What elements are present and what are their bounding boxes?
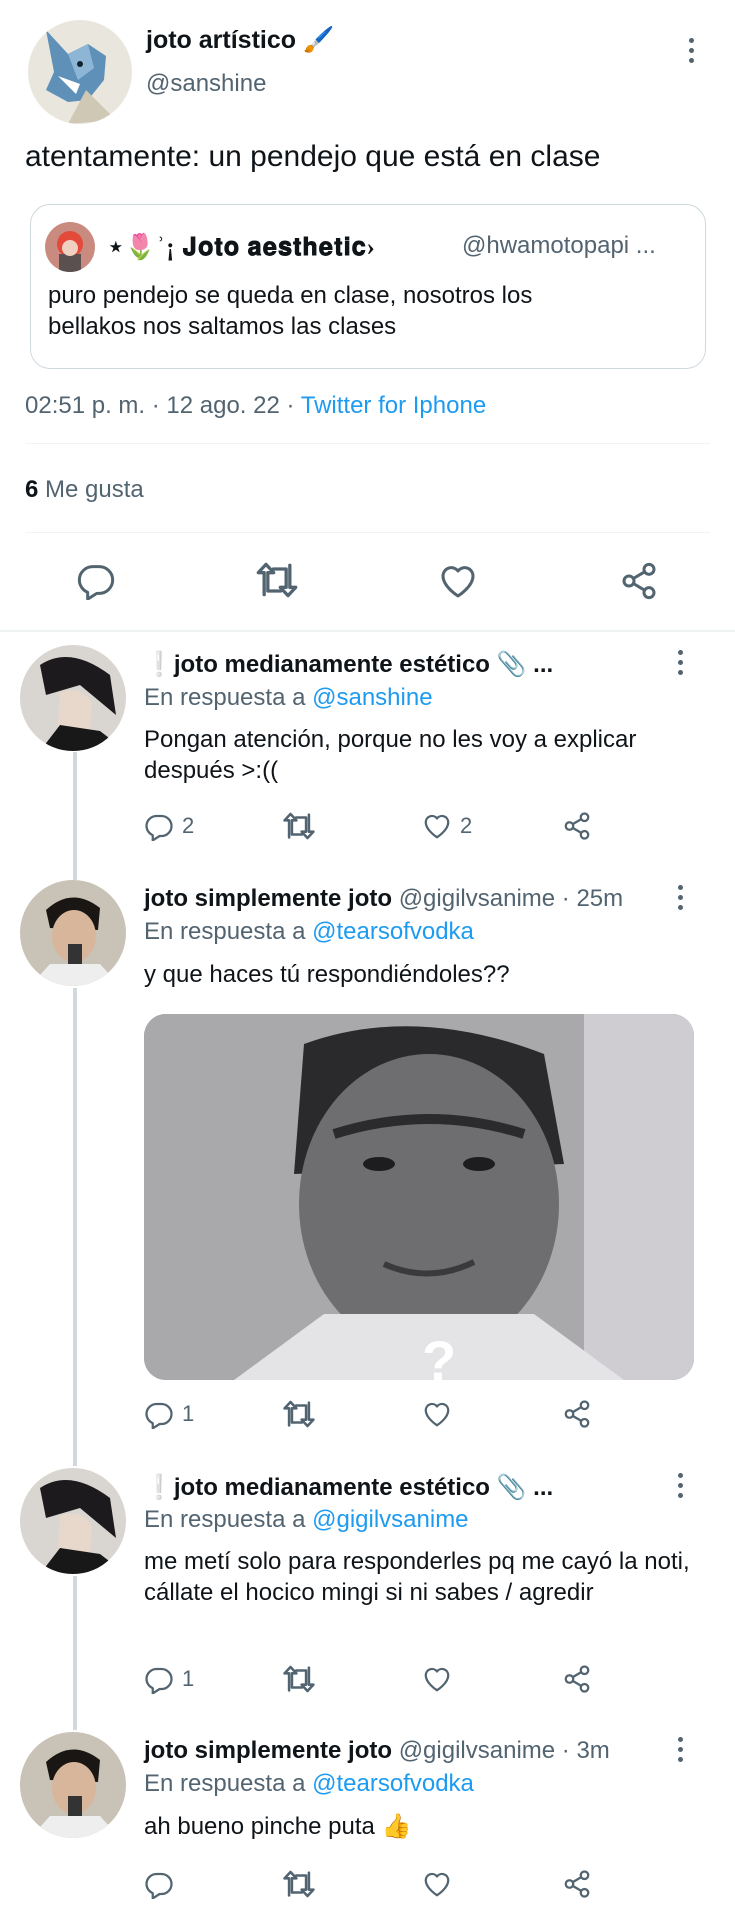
- reply-icon[interactable]: [76, 560, 116, 600]
- reply-context: En respuesta a @tearsofvodka: [144, 1770, 474, 1798]
- author-name[interactable]: joto artístico 🖌️: [146, 26, 334, 55]
- reply-author-name: joto simplemente joto: [144, 1737, 393, 1764]
- author-handle[interactable]: @sanshine: [146, 70, 266, 98]
- reply-context: En respuesta a @sanshine: [144, 684, 433, 712]
- likes-label: Me gusta: [45, 476, 144, 503]
- tweet-text: atentamente: un pendejo que está en clas…: [25, 140, 601, 173]
- reply-author-meta: @gigilvsanime · 25m: [398, 885, 624, 912]
- reply-to-link[interactable]: @tearsofvodka: [312, 1770, 474, 1797]
- retweet-icon: [282, 1397, 316, 1431]
- quote-author-handle: @hwamotopapi ...: [462, 232, 656, 259]
- reply-count: 1: [182, 1401, 195, 1426]
- reply-context: En respuesta a @gigilvsanime: [144, 1506, 469, 1534]
- reply-prefix: En respuesta a: [144, 684, 313, 711]
- share-icon[interactable]: [619, 561, 659, 601]
- more-icon[interactable]: [686, 38, 696, 63]
- reply-text: ah bueno pinche puta 👍: [144, 1813, 412, 1840]
- more-icon[interactable]: [675, 650, 685, 675]
- like-icon: [422, 1869, 452, 1899]
- reply-author-name: joto simplemente joto: [144, 885, 393, 912]
- reply-author-name[interactable]: ❕joto medianamente estético 📎 ...: [144, 1473, 553, 1502]
- more-icon[interactable]: [675, 1473, 685, 1498]
- like-button[interactable]: 2: [422, 811, 472, 841]
- quote-author-avatar: [45, 222, 95, 272]
- reply-avatar[interactable]: [20, 645, 126, 751]
- retweet-icon: [282, 1662, 316, 1696]
- reply-icon: [144, 1869, 174, 1899]
- reply-media-image[interactable]: ?: [144, 1014, 694, 1380]
- reply-text: Pongan atención, porque no les voy a exp…: [144, 726, 637, 784]
- timestamp: 02:51 p. m. · 12 ago. 22 ·: [25, 392, 301, 419]
- thread-line: [73, 752, 77, 880]
- reply-icon: [144, 1399, 174, 1429]
- like-button[interactable]: [422, 1664, 452, 1694]
- reply-text: me metí solo para responderles pq me cay…: [144, 1548, 690, 1606]
- reply-button[interactable]: 1: [144, 1399, 194, 1429]
- reply-icon: [144, 811, 174, 841]
- quote-author-name: ⋆🌷ʾ¡ 𝐉𝐨𝐭𝐨 𝐚𝐞𝐬𝐭𝐡𝐞𝐭𝐢𝐜›: [108, 234, 376, 261]
- share-icon: [562, 811, 592, 841]
- like-icon: [422, 811, 452, 841]
- retweet-icon: [282, 1867, 316, 1901]
- source-link[interactable]: Twitter for Iphone: [301, 392, 486, 419]
- reply-to-link[interactable]: @sanshine: [312, 684, 432, 711]
- reply-count: 1: [182, 1666, 195, 1691]
- reply-author[interactable]: joto simplemente joto @gigilvsanime · 3m: [144, 1737, 610, 1765]
- more-icon[interactable]: [675, 1737, 685, 1762]
- retweet-button[interactable]: [282, 1397, 316, 1431]
- reply-to-link[interactable]: @gigilvsanime: [312, 1506, 468, 1533]
- thread-line: [73, 988, 77, 1466]
- reply-button[interactable]: 1: [144, 1664, 194, 1694]
- like-count: 2: [460, 813, 473, 838]
- reply-prefix: En respuesta a: [144, 1770, 313, 1797]
- reply-author-name[interactable]: ❕joto medianamente estético 📎 ...: [144, 650, 553, 679]
- section-divider: [0, 630, 735, 632]
- reply-avatar[interactable]: [20, 1468, 126, 1574]
- share-button[interactable]: [562, 1869, 592, 1899]
- like-icon: [422, 1399, 452, 1429]
- retweet-icon[interactable]: [255, 558, 299, 602]
- likes-stat[interactable]: 6 Me gusta: [25, 476, 144, 504]
- divider: [25, 443, 710, 444]
- reply-button[interactable]: [144, 1869, 174, 1899]
- share-button[interactable]: [562, 1664, 592, 1694]
- like-button[interactable]: [422, 1869, 452, 1899]
- reply-button[interactable]: 2: [144, 811, 194, 841]
- like-button[interactable]: [422, 1399, 452, 1429]
- share-icon: [562, 1664, 592, 1694]
- retweet-button[interactable]: [282, 1867, 316, 1901]
- thread-line: [73, 1576, 77, 1730]
- reply-icon: [144, 1664, 174, 1694]
- reply-author[interactable]: joto simplemente joto @gigilvsanime · 25…: [144, 885, 623, 913]
- retweet-icon: [282, 809, 316, 843]
- share-button[interactable]: [562, 1399, 592, 1429]
- share-button[interactable]: [562, 811, 592, 841]
- retweet-button[interactable]: [282, 1662, 316, 1696]
- like-icon[interactable]: [438, 561, 478, 601]
- image-overlay-text: ?: [422, 1329, 456, 1380]
- reply-to-link[interactable]: @tearsofvodka: [312, 918, 474, 945]
- reply-count: 2: [182, 813, 195, 838]
- reply-context: En respuesta a @tearsofvodka: [144, 918, 474, 946]
- share-icon: [562, 1869, 592, 1899]
- tweet-meta: 02:51 p. m. · 12 ago. 22 · Twitter for I…: [25, 392, 486, 420]
- quote-text: puro pendejo se queda en clase, nosotros…: [48, 282, 533, 340]
- reply-prefix: En respuesta a: [144, 918, 313, 945]
- reply-prefix: En respuesta a: [144, 1506, 313, 1533]
- reply-text: y que haces tú respondiéndoles??: [144, 961, 510, 988]
- more-icon[interactable]: [675, 885, 685, 910]
- share-icon: [562, 1399, 592, 1429]
- divider: [25, 532, 710, 533]
- reply-avatar[interactable]: [20, 880, 126, 986]
- likes-count: 6: [25, 476, 39, 503]
- author-avatar[interactable]: [28, 20, 132, 124]
- like-icon: [422, 1664, 452, 1694]
- reply-author-meta: @gigilvsanime · 3m: [398, 1737, 610, 1764]
- reply-avatar[interactable]: [20, 1732, 126, 1838]
- retweet-button[interactable]: [282, 809, 316, 843]
